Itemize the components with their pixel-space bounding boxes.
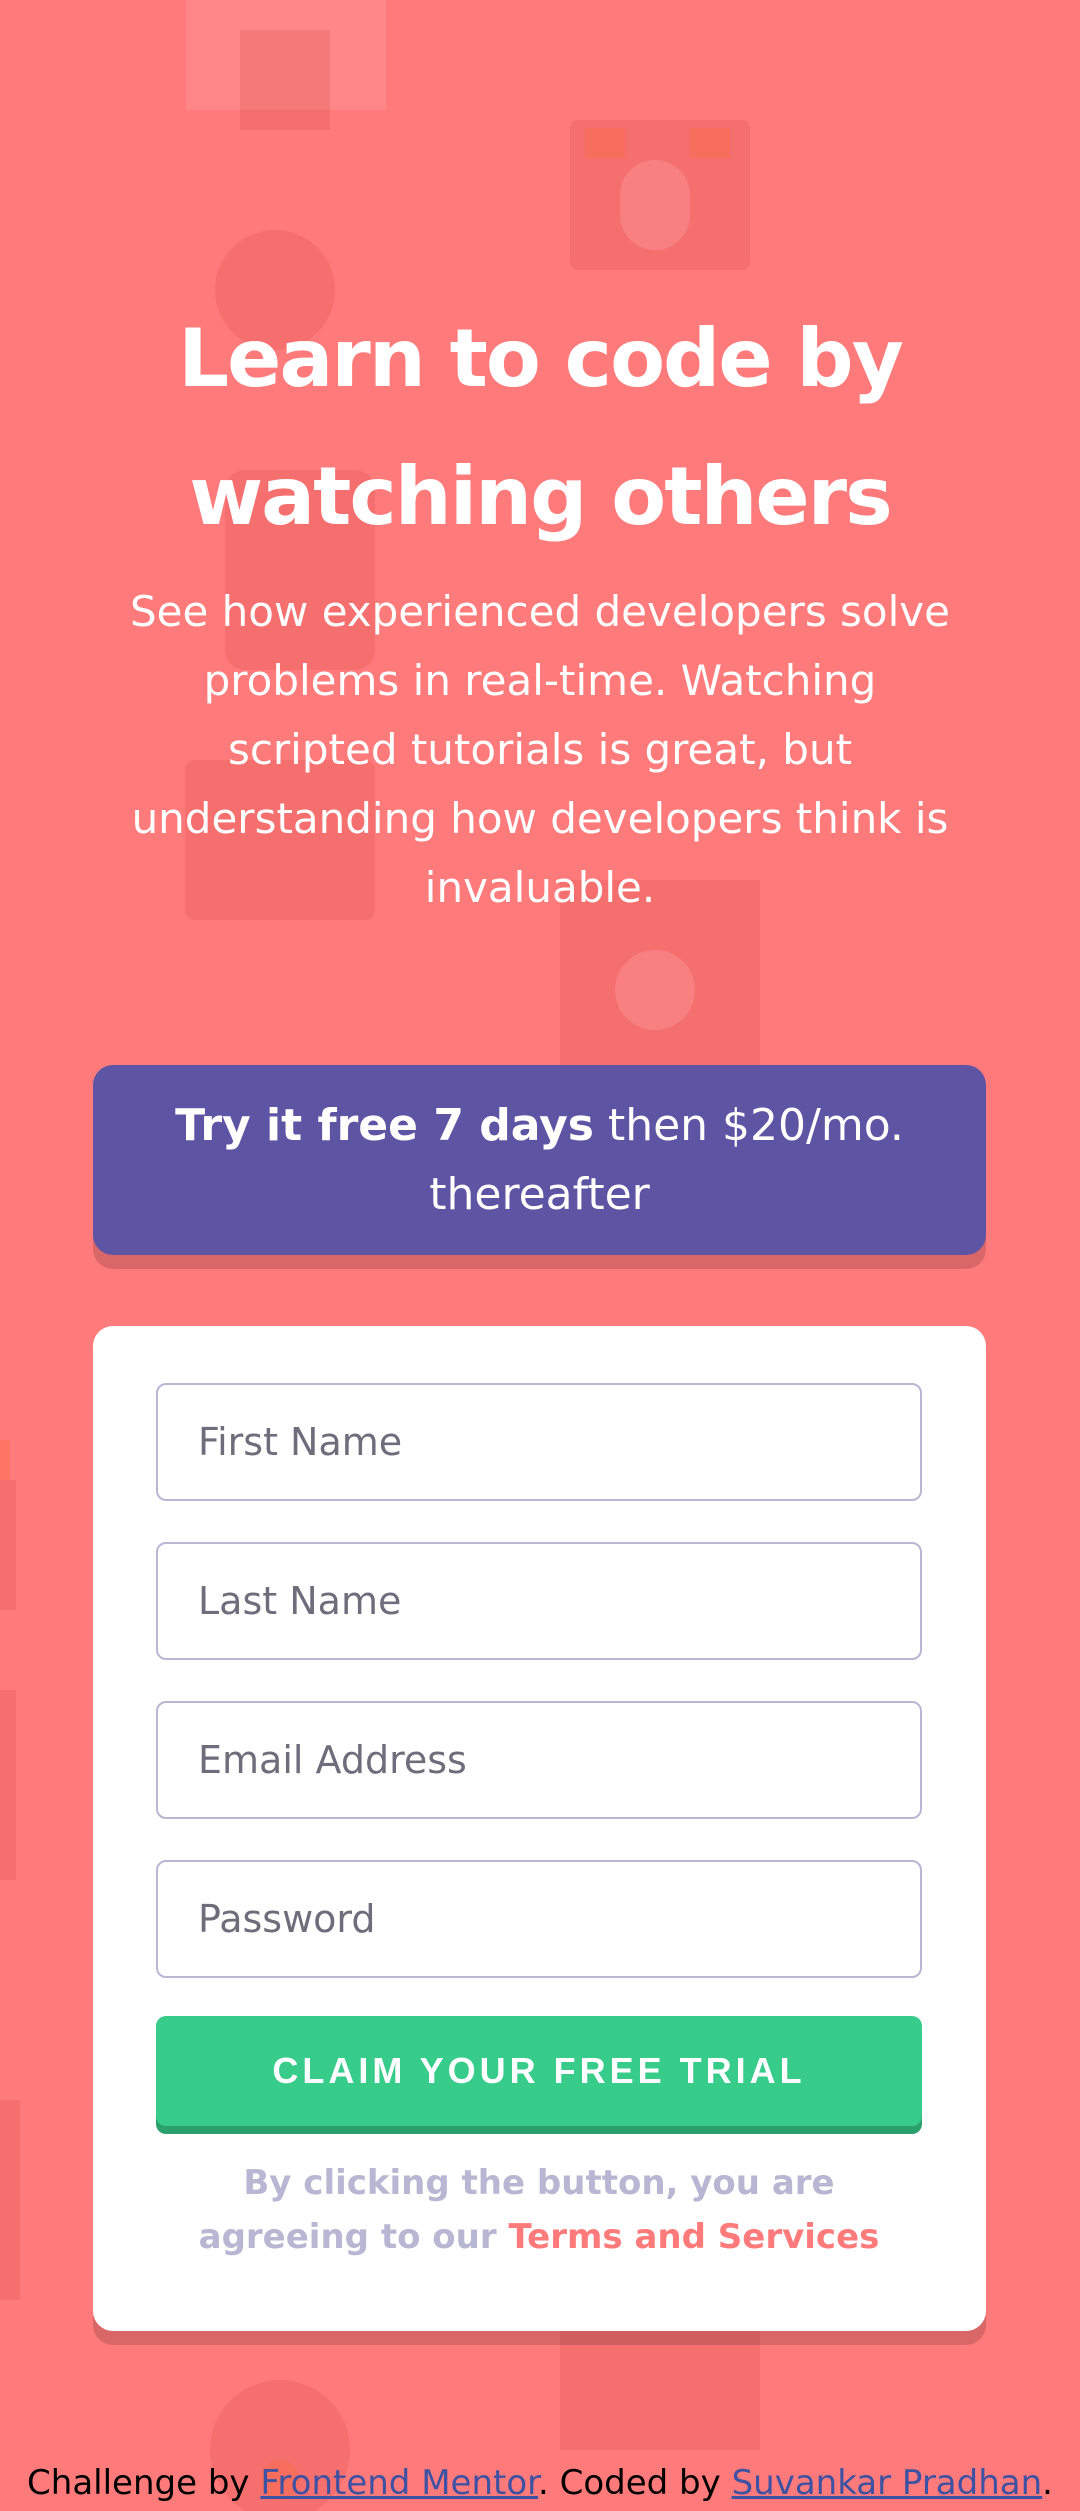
terms-notice: By clicking the button, you are agreeing… xyxy=(156,2156,922,2264)
hero-title-line1: Learn to code by xyxy=(178,312,904,405)
toolbox-icon xyxy=(570,120,750,270)
hero-title: Learn to code by watching others xyxy=(90,290,990,566)
hero-title-line2: watching others xyxy=(189,450,892,543)
side-block-icon xyxy=(0,1440,10,1480)
attribution-suffix: . xyxy=(1042,2463,1053,2503)
toolbox-lid-icon xyxy=(585,128,625,158)
attribution: Challenge by Frontend Mentor. Coded by S… xyxy=(0,2458,1080,2508)
last-name-input[interactable] xyxy=(156,1542,922,1660)
signup-form: CLAIM YOUR FREE TRIAL By clicking the bu… xyxy=(93,1326,986,2331)
offer-bold-text: Try it free 7 days xyxy=(175,1100,594,1151)
magnifier-icon xyxy=(615,950,695,1030)
wrench-icon xyxy=(620,160,690,250)
frontend-mentor-link[interactable]: Frontend Mentor xyxy=(260,2463,538,2503)
first-name-input[interactable] xyxy=(156,1383,922,1501)
email-input[interactable] xyxy=(156,1701,922,1819)
terms-link[interactable]: Terms and Services xyxy=(508,2217,879,2257)
author-link[interactable]: Suvankar Pradhan xyxy=(732,2463,1043,2503)
claim-free-trial-button[interactable]: CLAIM YOUR FREE TRIAL xyxy=(156,2016,922,2126)
offer-banner: Try it free 7 days then $20/mo. thereaft… xyxy=(93,1065,986,1255)
toolbox-lid-icon xyxy=(690,128,730,158)
attribution-challenge-prefix: Challenge by xyxy=(27,2463,261,2503)
hero-description: See how experienced developers solve pro… xyxy=(129,587,950,912)
side-block-icon xyxy=(0,1480,16,1610)
house-icon xyxy=(186,0,386,110)
password-input[interactable] xyxy=(156,1860,922,1978)
side-block-icon xyxy=(0,2100,20,2300)
house-icon xyxy=(240,30,330,130)
attribution-coded-prefix: . Coded by xyxy=(538,2463,732,2503)
side-block-icon xyxy=(0,1690,16,1880)
